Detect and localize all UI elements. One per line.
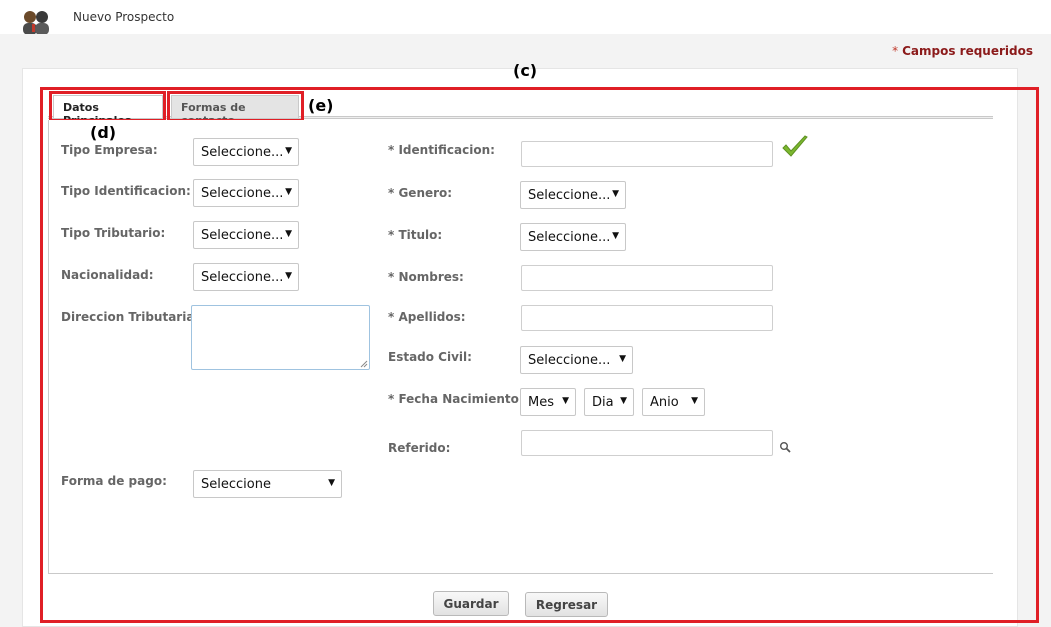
select-tipo-empresa-value: Seleccione...	[201, 145, 284, 160]
caret-down-icon: ▼	[620, 396, 627, 406]
label-apellidos: * Apellidos:	[388, 310, 466, 324]
select-titulo[interactable]: Seleccione... ▼	[520, 223, 626, 251]
annotation-d: (d)	[90, 123, 117, 142]
textarea-direccion-tributaria[interactable]	[191, 305, 370, 370]
select-dia[interactable]: Dia ▼	[584, 388, 634, 416]
check-icon	[782, 135, 808, 157]
select-genero-value: Seleccione...	[528, 188, 611, 203]
select-anio-value: Anio	[650, 395, 679, 410]
select-genero[interactable]: Seleccione... ▼	[520, 181, 626, 209]
annotation-box-d	[49, 91, 166, 122]
label-nombres: * Nombres:	[388, 270, 464, 284]
label-referido: Referido:	[388, 441, 451, 455]
select-tipo-tributario-value: Seleccione...	[201, 228, 284, 243]
label-tipo-empresa: Tipo Empresa:	[61, 143, 158, 157]
label-identificacion: * Identificacion:	[388, 143, 495, 157]
page-header: Nuevo Prospecto	[0, 0, 1051, 48]
label-direccion-tributaria: Direccion Tributaria:	[61, 310, 200, 324]
caret-down-icon: ▼	[612, 231, 619, 241]
required-star: *	[892, 44, 899, 58]
caret-down-icon: ▼	[285, 187, 292, 197]
caret-down-icon: ▼	[285, 146, 292, 156]
caret-down-icon: ▼	[619, 354, 626, 364]
select-mes-value: Mes	[528, 395, 554, 410]
label-tipo-tributario: Tipo Tributario:	[61, 226, 166, 240]
label-forma-de-pago: Forma de pago:	[61, 474, 167, 488]
annotation-c: (c)	[513, 61, 538, 80]
input-referido[interactable]	[521, 430, 773, 456]
caret-down-icon: ▼	[328, 478, 335, 488]
select-mes[interactable]: Mes ▼	[520, 388, 576, 416]
select-estado-civil-value: Seleccione...	[528, 353, 611, 368]
select-estado-civil[interactable]: Seleccione... ▼	[520, 346, 633, 374]
caret-down-icon: ▼	[612, 189, 619, 199]
select-nacionalidad-value: Seleccione...	[201, 270, 284, 285]
page-title: Nuevo Prospecto	[73, 10, 175, 24]
caret-down-icon: ▼	[691, 396, 698, 406]
select-forma-de-pago-value: Seleccione	[201, 477, 271, 492]
caret-down-icon: ▼	[285, 271, 292, 281]
caret-down-icon: ▼	[285, 229, 292, 239]
select-tipo-empresa[interactable]: Seleccione... ▼	[193, 138, 299, 166]
label-fecha-nacimiento: * Fecha Nacimiento:	[388, 392, 524, 406]
label-genero: * Genero:	[388, 186, 453, 200]
guardar-button[interactable]: Guardar	[433, 591, 509, 616]
label-estado-civil: Estado Civil:	[388, 350, 472, 364]
regresar-button[interactable]: Regresar	[525, 592, 608, 617]
select-anio[interactable]: Anio ▼	[642, 388, 705, 416]
select-tipo-identificacion[interactable]: Seleccione... ▼	[193, 179, 299, 207]
label-nacionalidad: Nacionalidad:	[61, 268, 154, 282]
required-text: Campos requeridos	[902, 44, 1033, 58]
resize-grip-icon[interactable]	[360, 360, 368, 368]
input-apellidos[interactable]	[521, 305, 773, 331]
select-titulo-value: Seleccione...	[528, 230, 611, 245]
annotation-e: (e)	[308, 96, 334, 115]
select-tipo-tributario[interactable]: Seleccione... ▼	[193, 221, 299, 249]
select-nacionalidad[interactable]: Seleccione... ▼	[193, 263, 299, 291]
select-tipo-identificacion-value: Seleccione...	[201, 186, 284, 201]
search-icon[interactable]	[779, 441, 791, 453]
select-dia-value: Dia	[592, 395, 614, 410]
label-tipo-identificacion: Tipo Identificacion:	[61, 184, 191, 198]
annotation-box-e	[167, 91, 304, 122]
select-forma-de-pago[interactable]: Seleccione ▼	[193, 470, 342, 498]
required-fields-note: * Campos requeridos	[892, 44, 1033, 58]
input-nombres[interactable]	[521, 265, 773, 291]
label-titulo: * Titulo:	[388, 228, 443, 242]
input-identificacion[interactable]	[521, 141, 773, 167]
caret-down-icon: ▼	[562, 396, 569, 406]
